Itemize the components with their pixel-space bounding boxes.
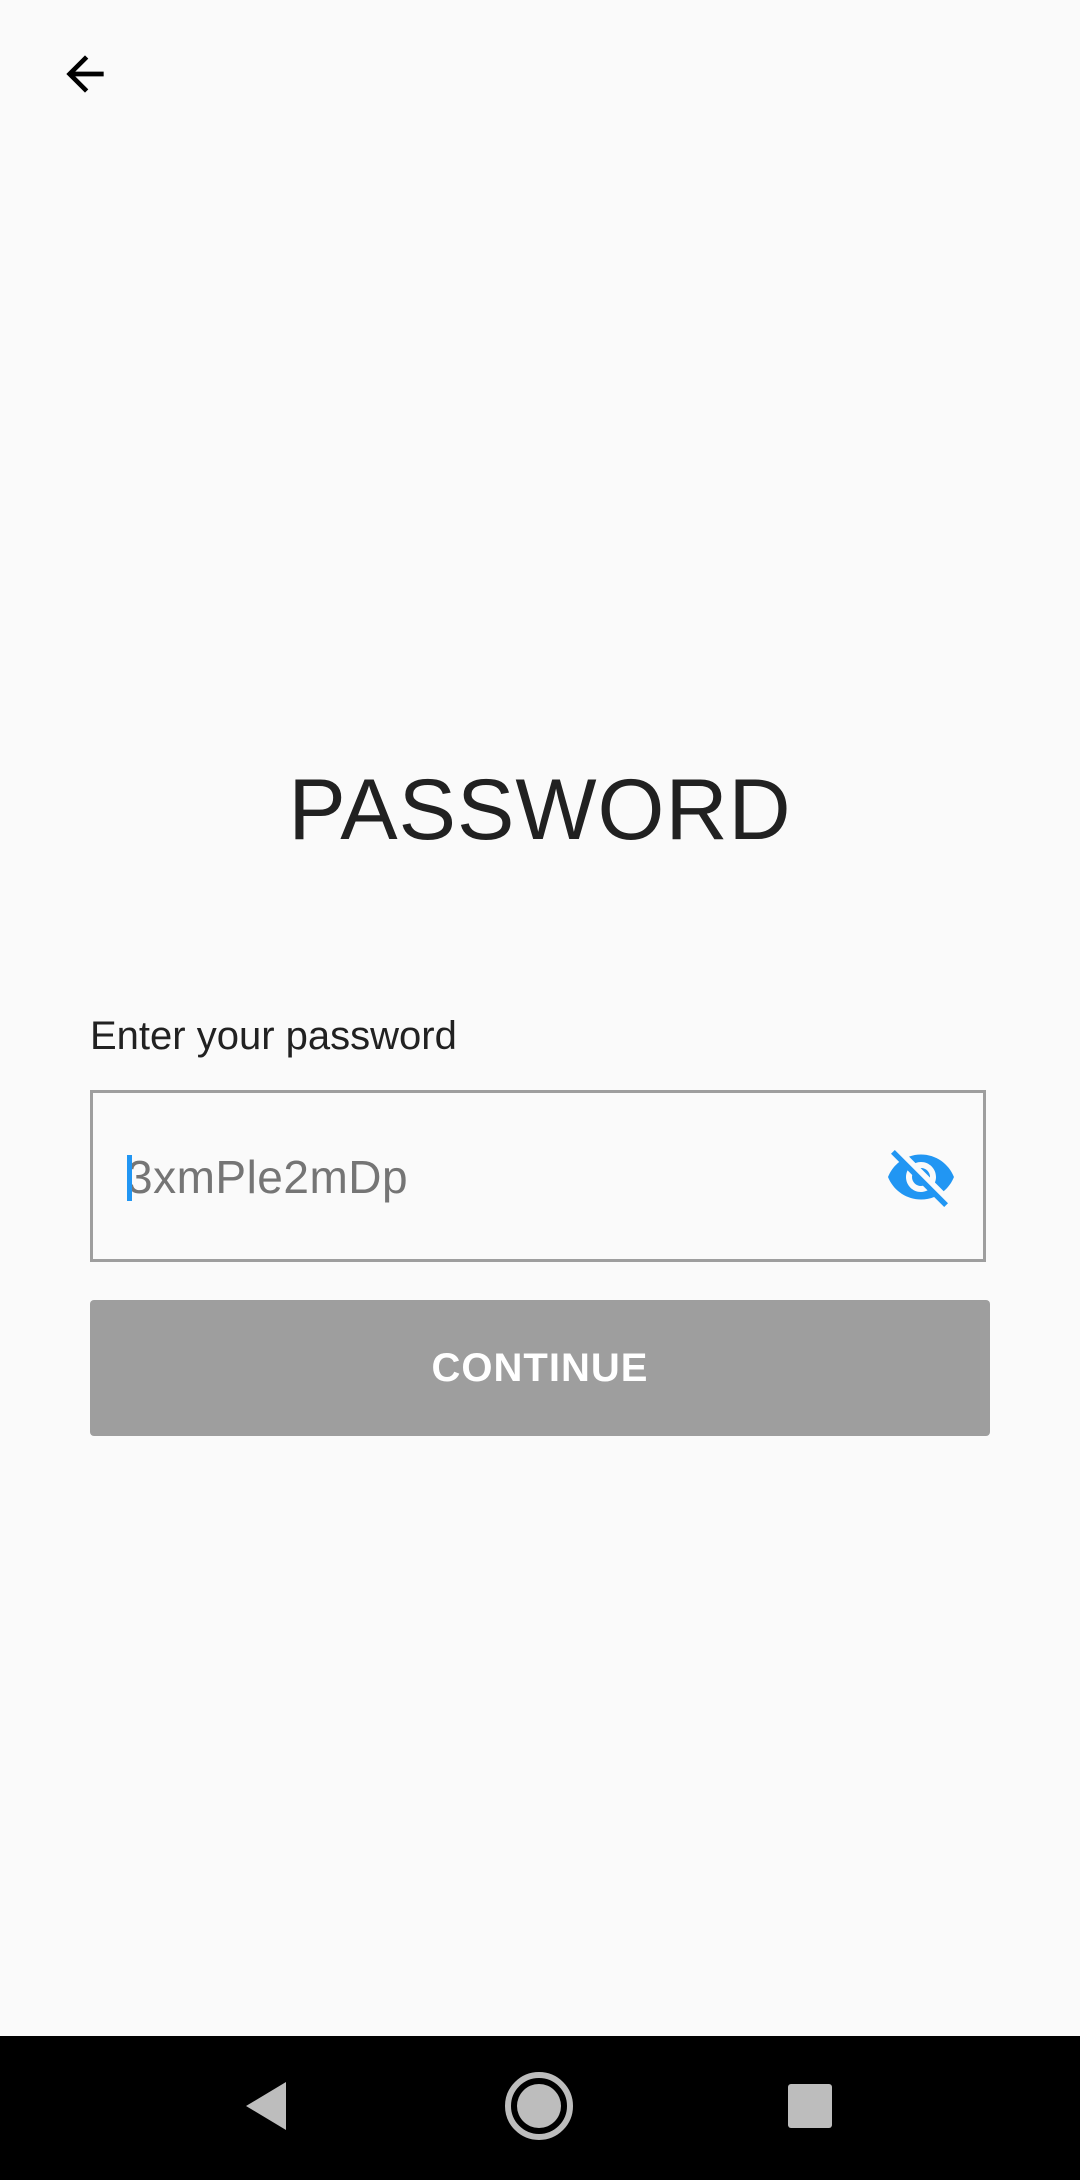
eye-off-icon	[885, 1141, 957, 1218]
password-input-value[interactable]: 3xmPle2mDp	[127, 1145, 408, 1209]
arrow-left-icon	[57, 46, 113, 107]
nav-back-button[interactable]	[216, 2058, 316, 2158]
back-button[interactable]	[40, 36, 130, 116]
nav-back-icon	[240, 2078, 292, 2139]
system-navigation-bar	[0, 2036, 1080, 2180]
password-field-label: Enter your password	[90, 1014, 457, 1058]
nav-recents-button[interactable]	[760, 2058, 860, 2158]
password-visibility-toggle[interactable]	[885, 1143, 957, 1215]
page-title: PASSWORD	[288, 762, 792, 858]
nav-home-button[interactable]	[489, 2058, 589, 2158]
nav-recents-icon	[786, 2082, 834, 2135]
password-input[interactable]: 3xmPle2mDp	[90, 1090, 986, 1262]
password-screen: PASSWORD Enter your password 3xmPle2mDp …	[0, 0, 1080, 2180]
continue-button[interactable]: CONTINUE	[90, 1300, 990, 1436]
text-caret	[127, 1155, 132, 1201]
nav-home-icon	[503, 2070, 575, 2147]
